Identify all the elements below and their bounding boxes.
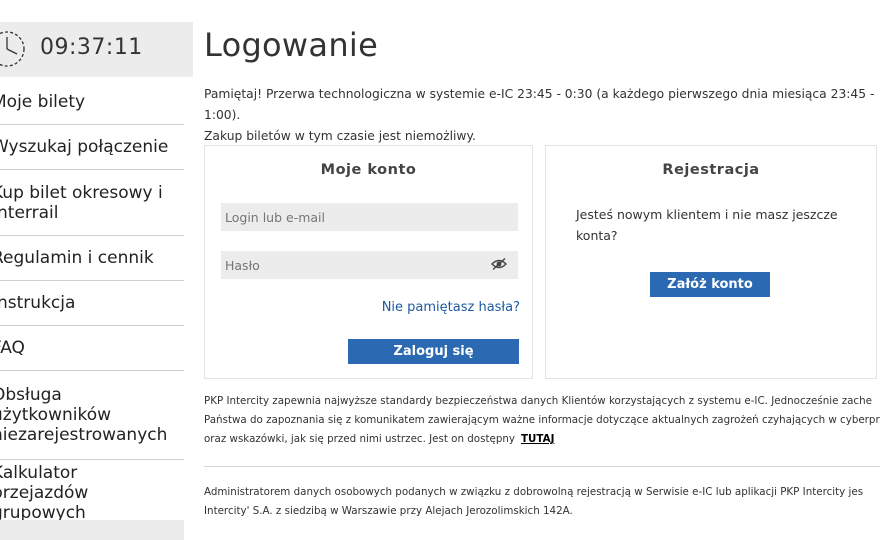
clock-time: 09:37:11 — [40, 35, 143, 60]
sidebar-item-regulamin[interactable]: Regulamin i cennik — [0, 236, 184, 281]
sidebar-item-label: Obsługa użytkowników niezarejestrowanych — [0, 385, 168, 445]
security-line-3: oraz wskazówki, jak się przed nimi ustrz… — [204, 430, 880, 449]
notice-line-2: Zakup biletów w tym czasie jest niemożli… — [204, 129, 476, 143]
register-panel-title: Rejestracja — [662, 162, 760, 178]
login-input[interactable] — [221, 203, 518, 231]
password-input[interactable] — [221, 251, 518, 279]
forgot-password-link[interactable]: Nie pamiętasz hasła? — [382, 300, 520, 315]
sidebar-nav: Moje bilety Wyszukaj połączenie Kup bile… — [0, 80, 184, 527]
sidebar-bottom-bar — [0, 520, 184, 540]
sidebar-item-label: Moje bilety — [0, 92, 86, 112]
divider — [204, 466, 880, 467]
sidebar-item-bilet-okresowy[interactable]: Kup bilet okresowy i Interrail — [0, 170, 184, 236]
sidebar: 09:37:11 Moje bilety Wyszukaj połączenie… — [0, 0, 195, 540]
register-panel: Rejestracja Jesteś nowym klientem i nie … — [545, 145, 877, 379]
security-notice: PKP Intercity zapewnia najwyższe standar… — [204, 392, 880, 449]
clock-icon — [0, 31, 25, 67]
sidebar-item-label: Kup bilet okresowy i Interrail — [0, 182, 163, 223]
sidebar-item-moje-bilety[interactable]: Moje bilety — [0, 80, 184, 125]
sidebar-item-kalkulator[interactable]: Kalkulator przejazdów grupowych — [0, 460, 184, 527]
sidebar-item-label: Instrukcja — [0, 293, 76, 313]
page-title: Logowanie — [204, 26, 379, 64]
login-panel: Moje konto Nie pamiętasz hasła? Zaloguj … — [204, 145, 533, 379]
admin-notice: Administratorem danych osobowych podanyc… — [204, 483, 880, 521]
tutaj-link[interactable]: TUTAJ — [521, 433, 554, 445]
sidebar-item-label: Regulamin i cennik — [0, 248, 154, 268]
login-button[interactable]: Zaloguj się — [348, 339, 519, 364]
login-panel-title: Moje konto — [320, 162, 417, 178]
sidebar-item-label: Wyszukaj połączenie — [0, 137, 169, 157]
security-line-2: Państwa do zapoznania się z komunikatem … — [204, 414, 880, 426]
sidebar-item-niezarejestrowani[interactable]: Obsługa użytkowników niezarejestrowanych — [0, 371, 184, 460]
admin-line-2: Intercity' S.A. z siedzibą w Warszawie p… — [204, 505, 573, 517]
register-text: Jesteś nowym klientem i nie masz jeszcze… — [576, 207, 838, 243]
maintenance-notice: Pamiętaj! Przerwa technologiczna w syste… — [204, 84, 880, 147]
notice-line-1: Pamiętaj! Przerwa technologiczna w syste… — [204, 87, 875, 122]
create-account-button[interactable]: Załóż konto — [650, 272, 770, 297]
sidebar-item-faq[interactable]: FAQ — [0, 326, 184, 371]
security-line-3-text: oraz wskazówki, jak się przed nimi ustrz… — [204, 433, 515, 445]
clock-widget: 09:37:11 — [0, 22, 193, 77]
sidebar-item-label: Kalkulator przejazdów grupowych — [0, 463, 89, 523]
eye-off-icon[interactable] — [491, 257, 507, 271]
admin-line-1: Administratorem danych osobowych podanyc… — [204, 486, 864, 498]
sidebar-item-instrukcja[interactable]: Instrukcja — [0, 281, 184, 326]
sidebar-item-wyszukaj[interactable]: Wyszukaj połączenie — [0, 125, 184, 170]
sidebar-item-label: FAQ — [0, 338, 25, 358]
security-line-1: PKP Intercity zapewnia najwyższe standar… — [204, 395, 872, 407]
